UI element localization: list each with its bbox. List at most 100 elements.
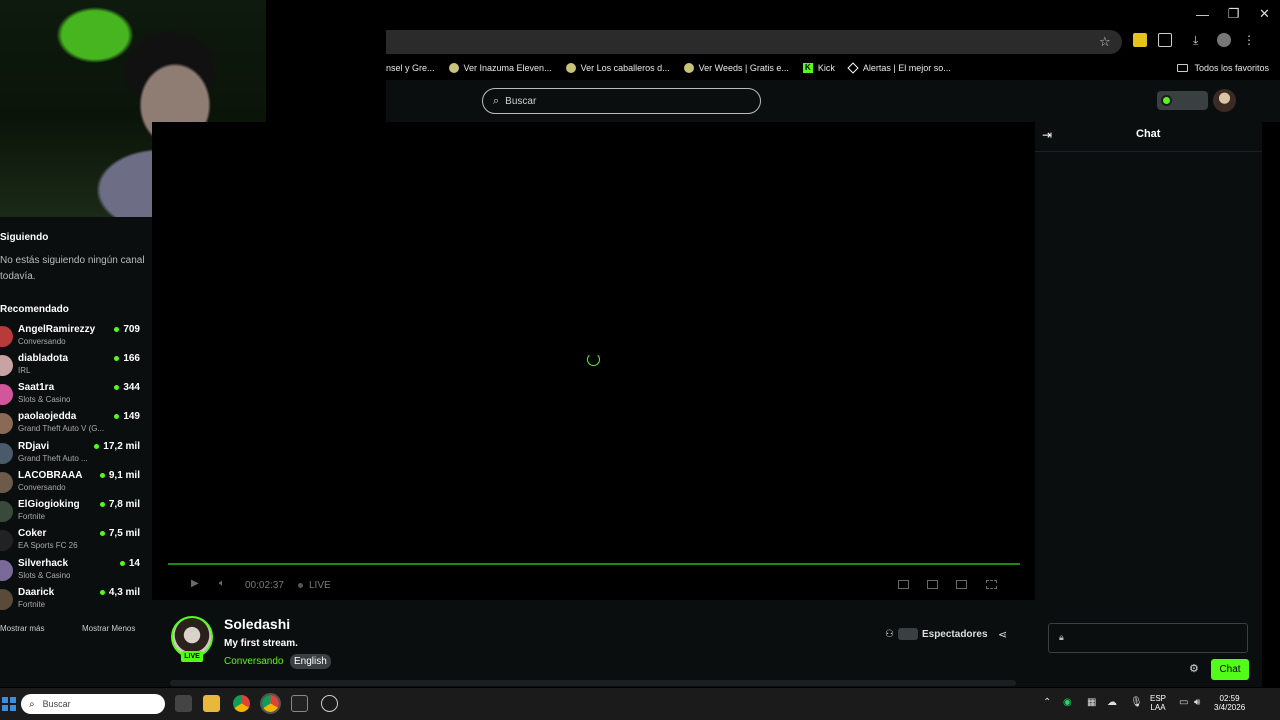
- bookmark-item[interactable]: Ver Weeds | Gratis e...: [683, 63, 789, 73]
- language-indicator[interactable]: ESP LAA: [1150, 694, 1166, 712]
- collapse-chat-icon[interactable]: ⇥: [1042, 128, 1052, 142]
- viewer-count-value: 709: [123, 324, 140, 335]
- streamer-name[interactable]: Soledashi: [224, 616, 290, 632]
- app-icon[interactable]: [321, 695, 338, 712]
- progress-bar[interactable]: [168, 563, 1020, 565]
- bookmark-item[interactable]: Ver Los caballeros d...: [565, 63, 670, 73]
- bookmark-label: Alertas | El mejor so...: [862, 63, 951, 73]
- clock[interactable]: 02:59 3/4/2026: [1214, 694, 1245, 712]
- sidebar-channel[interactable]: Saat1ra Slots & Casino 344: [0, 382, 152, 411]
- viewer-count: 149: [114, 411, 140, 422]
- site-search-input[interactable]: ⌕ Buscar: [482, 88, 761, 114]
- user-status-pill[interactable]: [1157, 91, 1208, 110]
- sidebar-channel[interactable]: diabladota IRL 166: [0, 353, 152, 382]
- viewer-count-value: 344: [123, 382, 140, 393]
- tray-cloud-icon[interactable]: ☁: [1107, 697, 1117, 708]
- theater-mode-icon[interactable]: [956, 580, 967, 589]
- sidebar-channel[interactable]: ElGiogioking Fortnite 7,8 mil: [0, 499, 152, 528]
- show-less-button[interactable]: Mostrar Menos: [82, 624, 135, 633]
- channel-avatar: [0, 413, 13, 434]
- sidebar-channel[interactable]: paolaojedda Grand Theft Auto V (G... 149: [0, 411, 152, 440]
- play-icon[interactable]: ▶: [191, 578, 199, 589]
- folder-icon: [1177, 64, 1189, 72]
- live-dot-icon: [119, 561, 125, 566]
- sidebar-channel[interactable]: AngelRamirezzy Conversando 709: [0, 324, 152, 353]
- sidebar-channel[interactable]: RDjavi Grand Theft Auto ... 17,2 mil: [0, 441, 152, 470]
- tray-chevron-up-icon[interactable]: ⌃: [1043, 697, 1051, 708]
- site-icon: [565, 63, 576, 73]
- extension-icon[interactable]: [1133, 33, 1147, 47]
- viewer-count: 166: [114, 353, 140, 364]
- live-dot-icon: [99, 590, 105, 595]
- fullscreen-icon[interactable]: [986, 580, 997, 589]
- viewers-count-pill: [897, 628, 918, 640]
- chrome-icon[interactable]: [233, 695, 250, 712]
- chat-send-button[interactable]: Chat: [1211, 659, 1249, 680]
- show-more-button[interactable]: Mostrar más: [0, 624, 44, 633]
- download-icon[interactable]: ⤓: [1193, 33, 1207, 47]
- live-indicator[interactable]: LIVE: [298, 580, 331, 591]
- viewer-count: 14: [119, 558, 140, 569]
- bookmarks-bar: nsel y Gre... Ver Inazuma Eleven... Ver …: [386, 58, 1280, 78]
- epic-games-icon[interactable]: [291, 695, 308, 712]
- bookmark-item[interactable]: nsel y Gre...: [386, 63, 435, 73]
- mini-player-icon[interactable]: [927, 580, 938, 589]
- maximize-button[interactable]: ❐: [1218, 0, 1249, 28]
- live-dot-icon: [114, 385, 120, 390]
- bookmark-item[interactable]: Alertas | El mejor so...: [847, 62, 951, 74]
- bookmark-item-kick[interactable]: K Kick: [802, 63, 835, 73]
- live-dot-icon: [99, 502, 105, 507]
- task-view-icon[interactable]: [175, 695, 192, 712]
- channel-name: diabladota: [18, 353, 69, 364]
- share-icon[interactable]: ⋖: [998, 628, 1007, 641]
- whatsapp-icon[interactable]: ◉: [1063, 697, 1072, 708]
- bookmark-item[interactable]: Ver Inazuma Eleven...: [448, 63, 552, 73]
- taskbar-search-input[interactable]: ⌕ Buscar: [21, 694, 165, 714]
- following-empty-text: No estás siguiendo ningún canal todavía.: [0, 255, 145, 282]
- bookmark-label: Kick: [817, 63, 835, 73]
- viewer-count: 7,5 mil: [99, 528, 140, 539]
- sidebar-channel[interactable]: Daarick Fortnite 4,3 mil: [0, 587, 152, 616]
- elapsed-time: 00:02:37: [245, 580, 284, 591]
- minimize-button[interactable]: —: [1187, 0, 1218, 28]
- gear-icon[interactable]: ⚙: [1189, 662, 1199, 675]
- bookmark-label: nsel y Gre...: [386, 63, 435, 73]
- stream-category-link[interactable]: Conversando: [224, 656, 283, 667]
- picture-in-picture-icon[interactable]: [898, 580, 909, 589]
- file-explorer-icon[interactable]: [203, 695, 220, 712]
- sidebar-channel[interactable]: Silverhack Slots & Casino 14: [0, 558, 152, 587]
- language-tag[interactable]: English: [290, 654, 331, 669]
- tray-app-icon[interactable]: ▦: [1087, 697, 1096, 708]
- chat-input[interactable]: 🔒︎: [1048, 623, 1248, 653]
- channel-category: Fortnite: [18, 600, 46, 609]
- sidebar-channel[interactable]: LACOBRAAA Conversando 9,1 mil: [0, 470, 152, 499]
- channel-category: Grand Theft Auto V (G...: [18, 424, 105, 433]
- user-avatar[interactable]: [1213, 89, 1236, 112]
- windows-start-icon[interactable]: [2, 697, 16, 711]
- status-dot-icon: [1161, 95, 1172, 106]
- menu-kebab-icon[interactable]: ⋮: [1243, 33, 1257, 47]
- extensions-puzzle-icon[interactable]: [1158, 33, 1172, 47]
- all-favorites[interactable]: Todos los favoritos: [1177, 58, 1269, 78]
- channel-name: LACOBRAAA: [18, 470, 83, 481]
- viewer-count: 7,8 mil: [99, 499, 140, 510]
- bookmark-star-icon[interactable]: ☆: [1099, 34, 1111, 50]
- speaker-icon[interactable]: 🔊︎: [1194, 697, 1200, 708]
- clock-time: 02:59: [1219, 694, 1240, 703]
- viewer-count-value: 7,5 mil: [108, 528, 140, 539]
- viewer-count: 344: [114, 382, 140, 393]
- network-icon[interactable]: ▭: [1179, 697, 1188, 708]
- chrome-active-icon[interactable]: [260, 693, 281, 714]
- bookmark-label: Ver Inazuma Eleven...: [463, 63, 552, 73]
- live-label: LIVE: [309, 580, 331, 591]
- live-dot-icon: [114, 414, 120, 419]
- sidebar-channel[interactable]: Coker EA Sports FC 26 7,5 mil: [0, 528, 152, 557]
- microphone-icon[interactable]: 🎙︎: [1130, 697, 1143, 708]
- channel-avatar: [0, 355, 13, 376]
- address-bar[interactable]: [386, 30, 1122, 54]
- close-button[interactable]: ✕: [1249, 0, 1280, 28]
- profile-icon[interactable]: [1217, 33, 1231, 47]
- volume-icon[interactable]: 🔈︎: [219, 578, 225, 589]
- player-controls: ▶ 🔈︎ 00:02:37 LIVE: [152, 572, 1035, 598]
- scroll-indicator: [170, 680, 1016, 686]
